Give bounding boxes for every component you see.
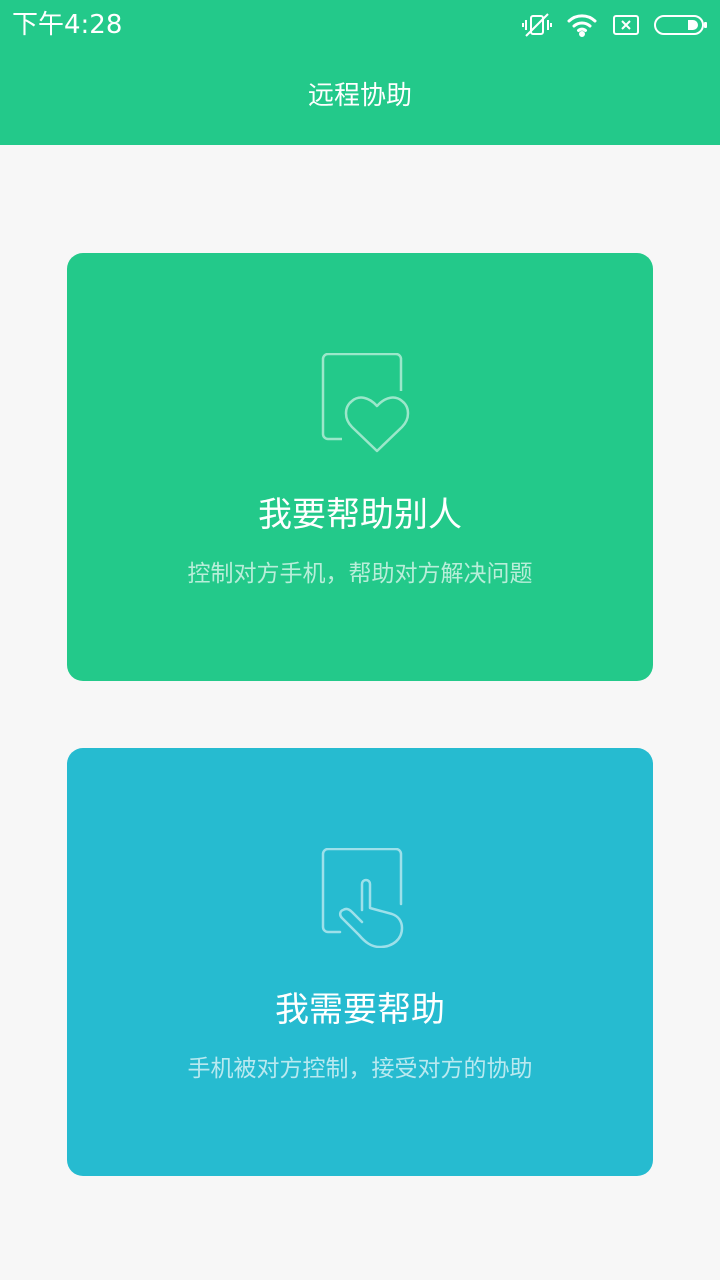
app-header: 下午4:28 远程协助 [0,0,720,145]
status-bar: 下午4:28 [0,0,720,50]
wifi-icon [566,13,598,37]
help-others-description: 控制对方手机，帮助对方解决问题 [187,561,533,587]
heart-device-icon [320,352,416,453]
need-help-description: 手机被对方控制，接受对方的协助 [187,1056,533,1082]
hand-touch-icon [320,847,416,949]
help-others-title: 我要帮助别人 [258,495,462,535]
need-help-title: 我需要帮助 [275,990,445,1030]
status-time: 下午4:28 [12,10,123,40]
help-others-card[interactable]: 我要帮助别人 控制对方手机，帮助对方解决问题 [67,253,653,681]
vibrate-silent-icon [522,11,552,39]
sim-error-icon [612,14,640,36]
status-icons [522,8,708,42]
page-title: 远程协助 [307,81,412,111]
battery-icon [654,14,708,36]
need-help-card[interactable]: 我需要帮助 手机被对方控制，接受对方的协助 [67,748,653,1176]
